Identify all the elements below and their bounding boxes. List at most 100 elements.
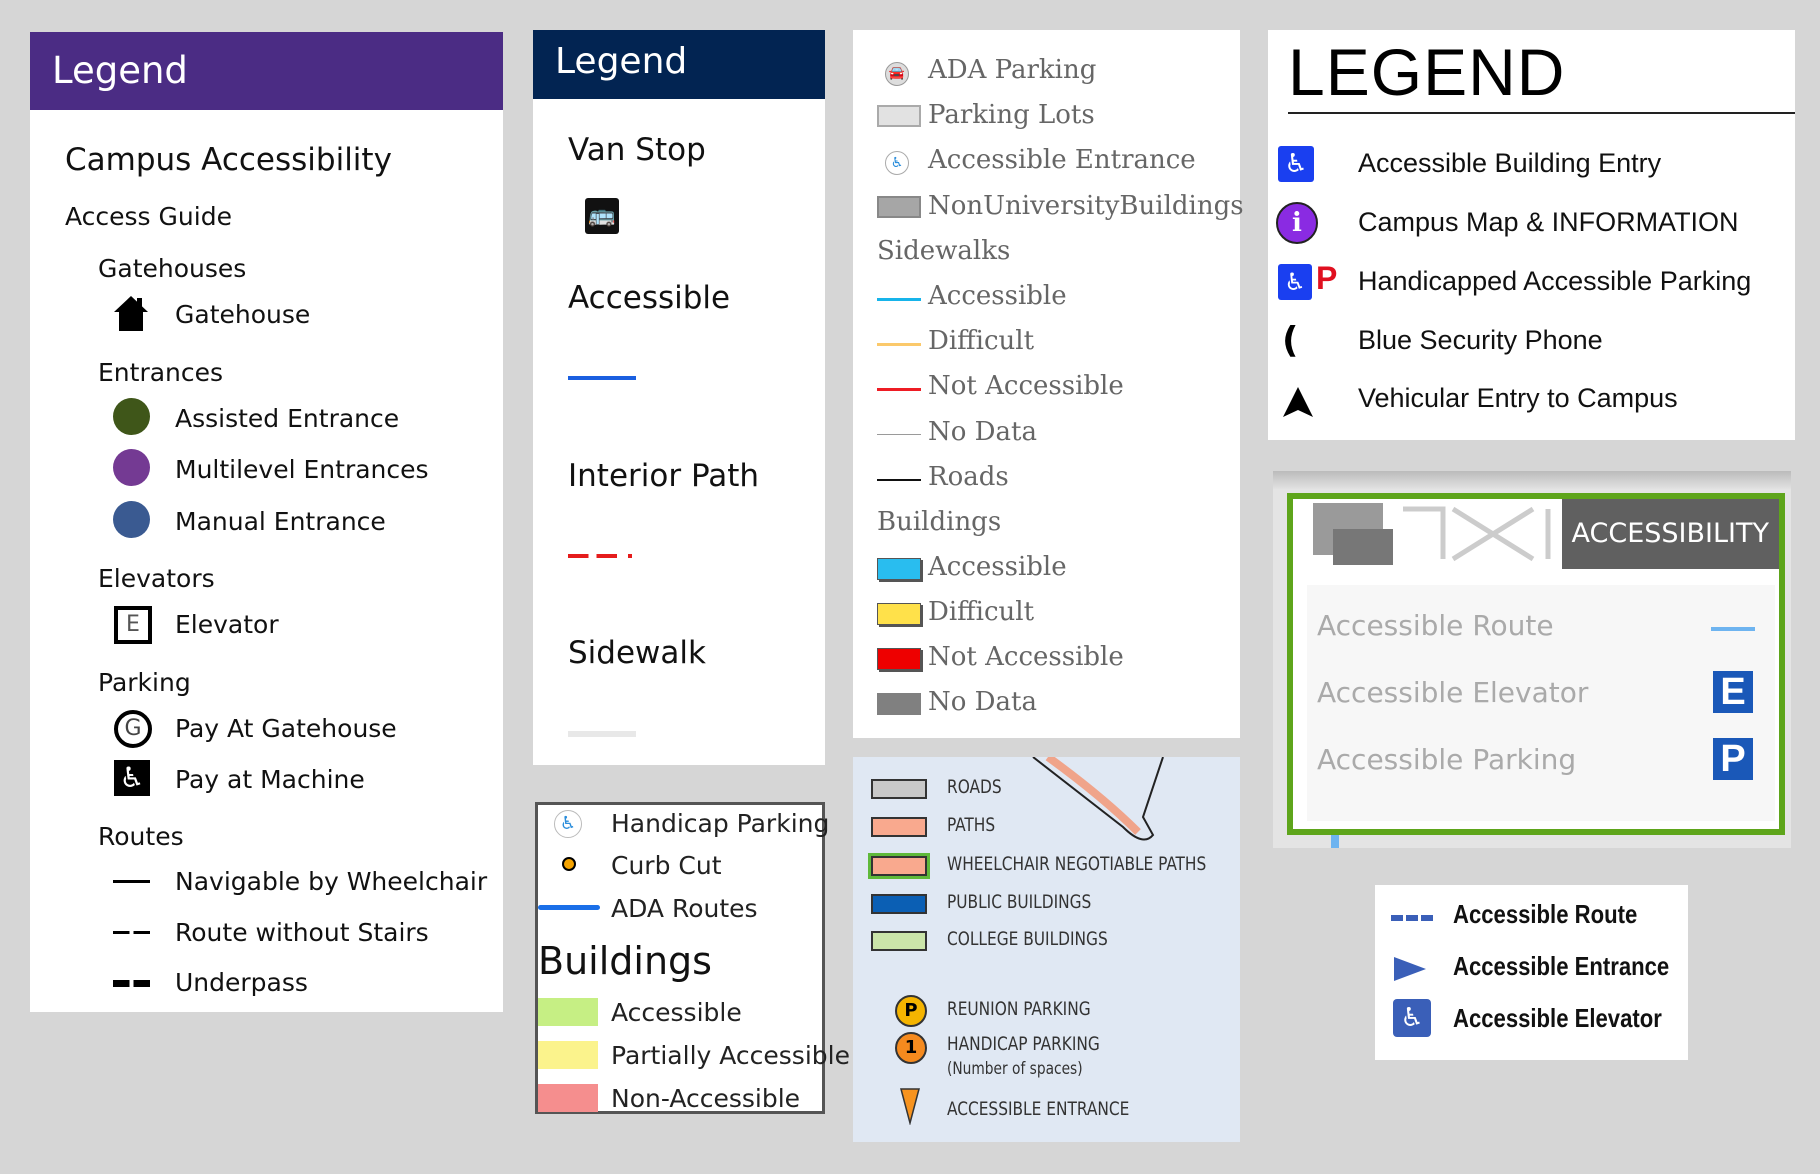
map-background-decoration xyxy=(1273,471,1791,489)
legend-item-label: Handicapped Accessible Parking xyxy=(1358,266,1752,296)
legend-item-label: Underpass xyxy=(175,968,308,997)
gatehouse-pay-icon: G xyxy=(114,710,152,748)
legend-title: LEGEND xyxy=(1288,35,1566,109)
legend-item-label: Accessible Elevator xyxy=(1317,676,1589,709)
legend-item-label: Route without Stairs xyxy=(175,918,429,947)
parking-lots-swatch xyxy=(877,105,921,127)
legend-item-label: Assisted Entrance xyxy=(175,404,400,433)
section-heading-parking: Parking xyxy=(98,668,191,697)
legend-item-label: Not Accessible xyxy=(928,371,1124,401)
legend-item-sublabel: (Number of spaces) xyxy=(947,1059,1083,1079)
legend-item-label: Accessible Parking xyxy=(1317,743,1577,776)
legend-panel-handicap-parking: ♿ Handicap Parking Curb Cut ADA Routes B… xyxy=(535,802,850,1114)
legend-item-label: Elevator xyxy=(175,610,279,639)
legend-item-label: Difficult xyxy=(928,597,1035,627)
legend-item-label: No Data xyxy=(928,687,1037,717)
map-thumbnail-decoration xyxy=(1313,503,1551,565)
legend-item-label: Accessible xyxy=(928,552,1067,582)
legend-item-label: Accessible Route xyxy=(1453,899,1638,929)
legend-item-label: Roads xyxy=(928,462,1009,492)
legend-item-label: Parking Lots xyxy=(928,100,1095,130)
legend-subtitle: Access Guide xyxy=(65,202,232,231)
legend-item-label: REUNION PARKING xyxy=(947,998,1091,1020)
sidewalk-difficult-line-icon xyxy=(877,343,921,346)
legend-item-label: Manual Entrance xyxy=(175,507,386,536)
info-icon: i xyxy=(1276,202,1318,244)
legend-item-label: WHEELCHAIR NEGOTIABLE PATHS xyxy=(947,853,1207,875)
sidewalk-not-accessible-line-icon xyxy=(877,388,921,391)
accessibility-tab[interactable]: ACCESSIBILITY xyxy=(1561,499,1779,569)
paths-swatch xyxy=(871,817,927,837)
legend-item-label: Pay At Gatehouse xyxy=(175,714,397,743)
building-accessible-swatch xyxy=(877,558,921,580)
legend-item-label: NonUniversityBuildings xyxy=(928,191,1244,221)
non-university-buildings-swatch xyxy=(877,196,921,218)
map-path-decoration xyxy=(1032,757,1164,841)
accessible-swatch xyxy=(538,998,598,1026)
legend-item-label: Accessible xyxy=(611,998,742,1027)
legend-item-label: Gatehouse xyxy=(175,300,311,329)
blue-line-icon xyxy=(538,905,600,910)
legend-item-label: ADA Parking xyxy=(928,55,1097,85)
parking-marker-icon: P xyxy=(895,995,927,1027)
manual-entrance-circle-icon xyxy=(113,501,150,538)
elevator-icon: E xyxy=(114,606,152,644)
house-icon xyxy=(114,296,148,331)
college-buildings-swatch xyxy=(871,931,927,951)
buildings-heading: Buildings xyxy=(877,507,1002,537)
legend-item-label: Accessible Building Entry xyxy=(1358,148,1662,178)
legend-item-label: ACCESSIBLE ENTRANCE xyxy=(947,1098,1130,1120)
elevator-icon: E xyxy=(1713,671,1753,713)
section-heading-entrances: Entrances xyxy=(98,358,224,387)
building-difficult-swatch xyxy=(877,603,921,625)
thick-dashed-line-icon xyxy=(113,980,150,987)
roads-swatch xyxy=(871,779,927,799)
legend-panel-accessibility: ACCESSIBILITY Accessible Route Accessibl… xyxy=(1273,471,1791,848)
section-heading-gatehouses: Gatehouses xyxy=(98,254,247,283)
legend-item-label: ADA Routes xyxy=(611,894,758,923)
map-route-fragment xyxy=(1331,835,1339,848)
legend-title: Campus Accessibility xyxy=(65,142,392,178)
legend-item-label: Accessible xyxy=(928,281,1067,311)
multilevel-entrance-circle-icon xyxy=(113,449,150,486)
legend-panel-sidewalks-buildings: 🚘 ADA Parking Parking Lots ♿ Accessible … xyxy=(853,30,1244,738)
partially-accessible-swatch xyxy=(538,1041,598,1069)
legend-item-label: Multilevel Entrances xyxy=(175,455,429,484)
parking-p-icon: P xyxy=(1316,260,1338,296)
wheelchair-paths-swatch xyxy=(868,853,930,879)
legend-item-label: Curb Cut xyxy=(611,851,722,880)
legend-panel-van-stop: Legend Van Stop 🚌 Accessible Interior Pa… xyxy=(533,30,825,765)
legend-item-label: ROADS xyxy=(947,776,1002,798)
parking-icon: P xyxy=(1713,738,1753,780)
legend-item-label: Vehicular Entry to Campus xyxy=(1358,383,1678,413)
section-heading-routes: Routes xyxy=(98,822,184,851)
wheelchair-icon: ♿ xyxy=(114,760,150,796)
car-icon: 🚘 xyxy=(885,62,909,86)
wheelchair-icon: ♿ xyxy=(1393,999,1431,1037)
buildings-heading: Buildings xyxy=(538,939,712,983)
legend-item-label: Sidewalk xyxy=(568,635,706,671)
legend-item-label: Accessible Elevator xyxy=(1453,1003,1662,1033)
legend-item-label: Blue Security Phone xyxy=(1358,325,1603,355)
wheelchair-icon: ♿ xyxy=(1278,264,1312,300)
solid-line-icon xyxy=(113,880,150,883)
red-dashed-line-icon xyxy=(568,554,636,558)
legend-item-label: Interior Path xyxy=(568,458,760,494)
bus-icon: 🚌 xyxy=(585,198,619,234)
legend-item-label: No Data xyxy=(928,417,1037,447)
legend-header: Legend xyxy=(533,30,825,99)
dashed-line-icon xyxy=(113,931,150,934)
legend-item-label: Handicap Parking xyxy=(611,809,830,838)
legend-item-label: Accessible xyxy=(568,280,731,316)
legend-item-label: HANDICAP PARKING xyxy=(947,1033,1100,1055)
orange-dot-icon xyxy=(562,857,576,871)
roads-line-icon xyxy=(877,479,921,481)
non-accessible-swatch xyxy=(538,1084,598,1112)
sidewalk-no-data-line-icon xyxy=(877,434,921,435)
accessibility-items-area: Accessible Route Accessible Elevator E A… xyxy=(1307,585,1775,821)
legend-item-label: Difficult xyxy=(928,326,1035,356)
legend-panel-campus-accessibility: Legend Campus Accessibility Access Guide… xyxy=(30,32,503,1012)
legend-item-label: Van Stop xyxy=(568,132,706,168)
building-not-accessible-swatch xyxy=(877,648,921,670)
legend-item-label: Pay at Machine xyxy=(175,765,365,794)
